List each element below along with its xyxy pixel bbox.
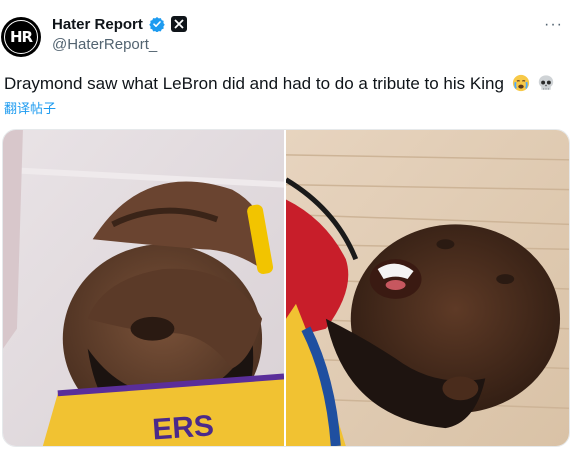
player-hand-on-face-photo: ERS [3, 130, 284, 446]
more-options-button[interactable]: ··· [544, 16, 563, 34]
author-avatar[interactable]: HR [1, 17, 41, 57]
translate-post-link[interactable]: 翻译帖子 [4, 98, 56, 117]
crying-face-icon [512, 74, 529, 92]
media-photo-2[interactable] [286, 130, 569, 446]
jersey-lettering: ERS [151, 409, 215, 446]
avatar-ring [4, 20, 38, 54]
author-display-name[interactable]: Hater Report [52, 16, 143, 33]
tweet-header: Hater Report @HaterReport_ [52, 14, 187, 53]
skull-icon [539, 75, 554, 90]
tweet-body: Draymond saw what LeBron did and had to … [4, 74, 504, 93]
x-logo-icon[interactable] [170, 16, 187, 32]
verified-badge-icon[interactable] [149, 16, 165, 32]
author-handle[interactable]: @HaterReport_ [52, 36, 187, 53]
media-photo-1[interactable]: ERS [3, 130, 284, 446]
tweet-text: Draymond saw what LeBron did and had to … [4, 72, 555, 96]
tweet-media: ERS [2, 129, 570, 447]
player-lying-on-court-photo [286, 130, 569, 446]
author-name-row: Hater Report [52, 14, 187, 34]
